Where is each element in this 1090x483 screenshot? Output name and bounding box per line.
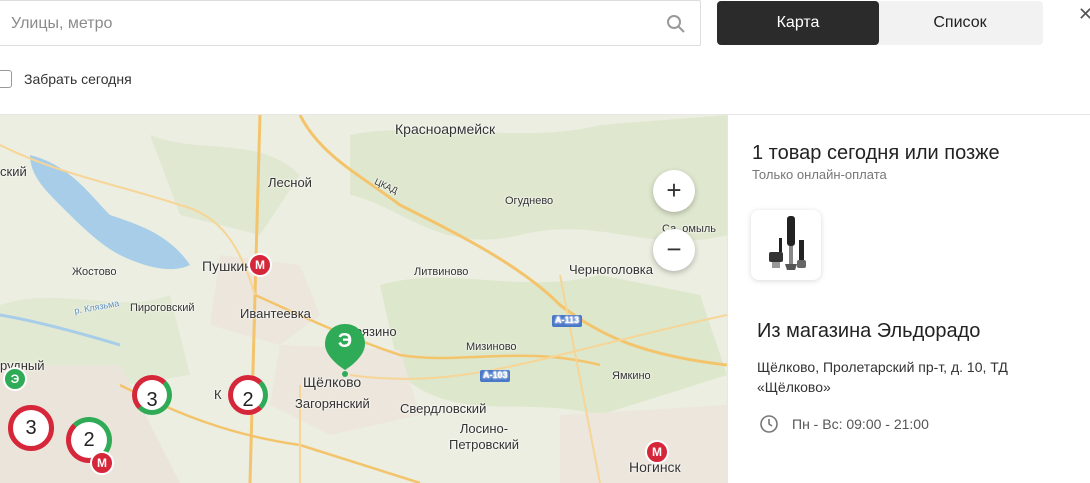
list-view-button[interactable]: Список (879, 1, 1041, 45)
store-address: Щёлково, Пролетарский пр-т, д. 10, ТД «Щ… (757, 359, 1008, 395)
search-box[interactable] (0, 0, 701, 47)
delivery-title: 1 товар сегодня или позже (752, 142, 1000, 164)
place-label: Красноармейск (395, 121, 496, 137)
place-label: Ямкино (612, 370, 651, 382)
clock-icon (760, 415, 778, 433)
place-label: Литвиново (414, 266, 469, 278)
store-hours-text: Пн - Вс: 09:00 - 21:00 (792, 416, 929, 432)
place-label: Пироговский (130, 302, 195, 314)
place-label: Свердловский (400, 401, 487, 416)
delivery-subtitle: Только онлайн-оплата (752, 167, 887, 182)
map-panel-divider (727, 115, 728, 483)
road-label: А-103 (483, 370, 508, 380)
store-cluster[interactable]: 3 (132, 375, 172, 415)
store-marker-m[interactable]: М (645, 440, 669, 464)
place-label: Огуднево (505, 195, 554, 207)
selected-store-pin[interactable]: Э (323, 322, 367, 378)
place-label: Ивантеевка (240, 306, 311, 321)
store-marker-m[interactable]: М (248, 253, 272, 277)
place-label: Лосино-Петровский (449, 421, 520, 452)
map-view-button[interactable]: Карта (717, 1, 879, 45)
road-label: А-113 (555, 315, 580, 325)
place-label: Мизиново (466, 341, 517, 353)
blender-icon (769, 216, 806, 270)
map[interactable]: А-113 А-103 Красноармейск Лесной Огуднев… (0, 115, 727, 483)
place-label: ский (0, 164, 27, 179)
store-marker-m[interactable]: М (90, 451, 114, 475)
pickup-today-checkbox[interactable] (0, 70, 12, 88)
store-title: Из магазина Эльдорадо (757, 320, 981, 342)
store-cluster[interactable]: 3 (8, 405, 54, 451)
place-label: Загорянский (295, 396, 370, 411)
store-pin-letter: Э (337, 330, 353, 352)
zoom-in-button[interactable]: + (653, 170, 695, 212)
store-marker-e[interactable]: Э (3, 367, 27, 391)
store-cluster[interactable]: 2 (228, 375, 268, 415)
place-label: Лесной (268, 175, 312, 190)
zoom-out-button[interactable]: − (653, 229, 695, 271)
view-toggle: Карта Список (717, 1, 1043, 45)
product-thumbnail[interactable] (751, 210, 821, 280)
close-icon[interactable]: ✕ (1078, 4, 1090, 25)
search-input[interactable] (9, 1, 653, 47)
pickup-today-label: Забрать сегодня (24, 71, 132, 87)
place-label: К (214, 387, 222, 402)
place-label: Черноголовка (569, 262, 654, 277)
search-icon[interactable] (666, 14, 686, 39)
place-label: Жостово (72, 266, 117, 278)
